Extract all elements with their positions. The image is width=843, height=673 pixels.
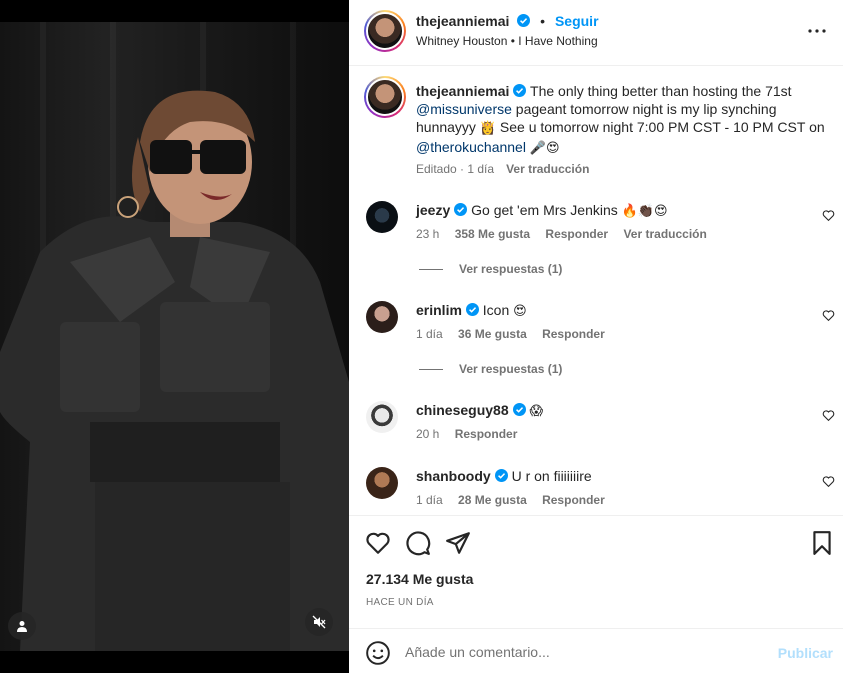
reply-button[interactable]: Responder [545,227,608,241]
post-header: thejeanniemai • Seguir Whitney Houston •… [349,0,843,66]
comment-emoji: 😍 [513,304,527,319]
action-bar [349,515,843,570]
comment-emoji: 🔥👏🏿😍 [621,204,668,219]
caption-text: thejeanniemai The only thing better than… [416,82,826,158]
comment-meta: 1 día 28 Me gusta Responder [416,493,605,507]
comment-input[interactable] [405,641,765,663]
comment-text-row: chineseguy88 😱 [416,401,796,421]
caption-username[interactable]: thejeanniemai [416,83,509,99]
commenter-avatar[interactable] [366,467,398,499]
verified-icon [494,469,508,482]
comment-time: 1 día [416,327,443,341]
translate-link[interactable]: Ver traducción [623,227,706,241]
verified-icon [465,303,479,316]
audio-track[interactable]: Whitney Houston • I Have Nothing [416,34,598,48]
commenter-username[interactable]: erinlim [416,302,462,318]
like-comment-heart-icon[interactable] [822,409,835,422]
commenter-avatar[interactable] [366,201,398,233]
verified-icon [517,14,531,27]
user-tag-icon [17,621,27,632]
comment-text-row: erinlim Icon 😍 [416,301,796,321]
view-replies-label: Ver respuestas (1) [459,262,563,276]
verified-icon [513,84,527,97]
caption-translate-link[interactable]: Ver traducción [506,162,589,176]
comment-time: 1 día [416,493,443,507]
mute-button[interactable] [305,608,333,636]
like-comment-heart-icon[interactable] [822,309,835,322]
commenter-avatar[interactable] [366,301,398,333]
commenter-username[interactable]: shanboody [416,468,491,484]
comment-meta: 20 h Responder [416,427,517,441]
author-row: thejeanniemai • Seguir [416,13,599,29]
share-icon[interactable] [445,530,471,556]
caption-emoji-2: 🎤😍 [529,141,560,156]
comment-icon[interactable] [405,530,431,556]
comment-time: 23 h [416,227,440,241]
mute-icon [312,615,326,629]
video-frame[interactable] [0,22,349,651]
caption-part-3: See u tomorrow night 7:00 PM CST - 10 PM… [499,119,825,135]
replies-line [419,369,443,371]
comment-meta: 1 día 36 Me gusta Responder [416,327,605,341]
comment-emoji: 😱 [529,404,544,419]
comment-text: U r on fiiiiiiire [511,468,592,484]
video-person-illustration [0,90,349,651]
post-timestamp: HACE UN DÍA [366,597,434,608]
caption-part-1: The only thing better than hosting the 7… [530,83,792,99]
verified-icon [512,403,526,416]
comment-likes[interactable]: 358 Me gusta [455,227,530,241]
post-details-panel: thejeanniemai • Seguir Whitney Houston •… [349,0,843,673]
commenter-username[interactable]: chineseguy88 [416,402,509,418]
comment-composer: Publicar [349,628,843,673]
commenter-username[interactable]: jeezy [416,202,450,218]
reply-button[interactable]: Responder [542,493,605,507]
reply-button[interactable]: Responder [542,327,605,341]
emoji-icon[interactable] [365,640,391,666]
view-replies-button[interactable]: Ver respuestas (1) [419,362,562,376]
like-comment-heart-icon[interactable] [822,475,835,488]
comment-time: 20 h [416,427,440,441]
media-panel [0,0,349,673]
comment-likes[interactable]: 28 Me gusta [458,493,527,507]
likes-count[interactable]: 27.134 Me gusta [366,571,473,587]
caption-avatar[interactable] [364,76,406,118]
follow-button[interactable]: Seguir [555,13,599,29]
commenter-avatar[interactable] [366,401,398,433]
like-comment-heart-icon[interactable] [822,209,835,222]
heart-icon[interactable] [365,530,391,556]
mention-missuniverse[interactable]: @missuniverse [416,101,512,117]
caption-time: Editado · 1 día [416,162,495,176]
user-tag-button[interactable] [8,612,36,640]
comment-meta: 23 h 358 Me gusta Responder Ver traducci… [416,227,707,241]
publish-button[interactable]: Publicar [778,645,833,661]
separator-dot: • [540,13,546,29]
caption-meta: Editado · 1 día Ver traducción [416,162,589,176]
comment-text: Icon [482,302,510,318]
comment-likes[interactable]: 36 Me gusta [458,327,527,341]
bookmark-icon[interactable] [809,530,835,556]
more-icon[interactable] [805,19,829,43]
comment-text-row: jeezy Go get 'em Mrs Jenkins 🔥👏🏿😍 [416,201,796,221]
comment-text-row: shanboody U r on fiiiiiiire [416,467,796,485]
instagram-post-modal: thejeanniemai • Seguir Whitney Houston •… [0,0,843,673]
view-replies-button[interactable]: Ver respuestas (1) [419,262,562,276]
reply-button[interactable]: Responder [455,427,518,441]
caption-emoji-1: 👸 [479,121,497,136]
view-replies-label: Ver respuestas (1) [459,362,563,376]
verified-icon [454,203,468,216]
replies-line [419,269,443,271]
author-avatar[interactable] [364,10,406,52]
comment-text: Go get 'em Mrs Jenkins [471,202,618,218]
mention-therokuchannel[interactable]: @therokuchannel [416,139,526,155]
author-username[interactable]: thejeanniemai [416,13,509,29]
